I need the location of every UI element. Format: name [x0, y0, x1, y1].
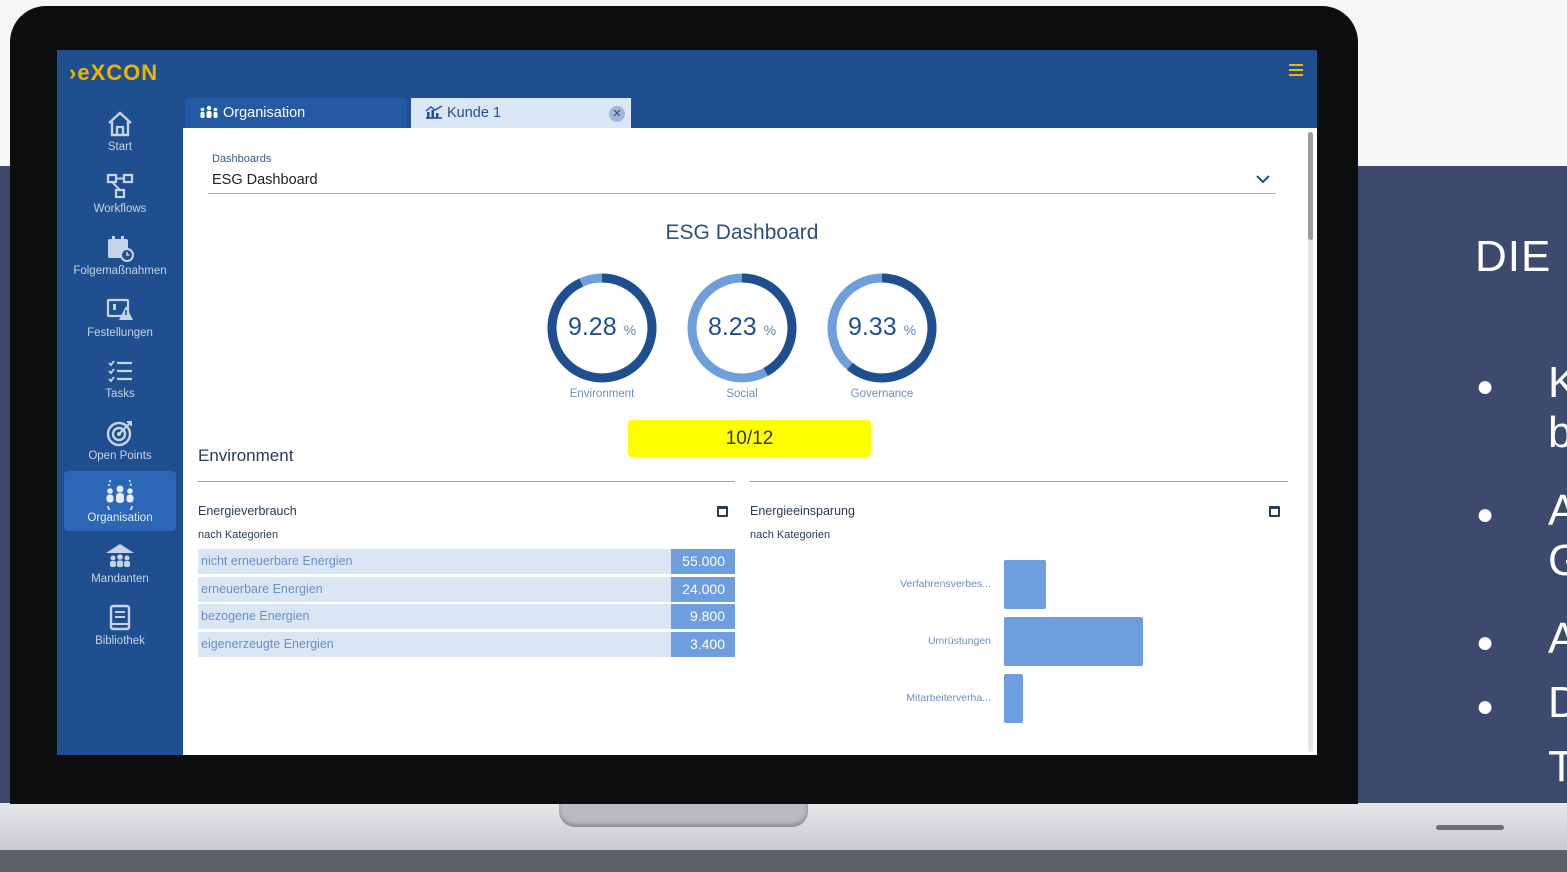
section-divider [750, 481, 1288, 482]
bar-category-label: Mitarbeiterverha... [906, 691, 991, 704]
sidebar-item-label: Organisation [87, 512, 153, 524]
sidebar-item-label: Festellungen [87, 327, 153, 339]
tab-kunde-1[interactable]: Kunde 1 ✕ [411, 98, 631, 128]
table-row: nicht erneuerbare Energien 55.000 [198, 549, 735, 574]
laptop-shadow [0, 850, 1567, 872]
gauge-environment: 9.28 % Environment [545, 271, 659, 401]
gauge-value: 9.33 % [847, 313, 917, 341]
calendar-icon[interactable] [717, 506, 728, 517]
app-screen: ›eXCON Start Workflows Folgemaßnahmen Fe… [57, 50, 1317, 755]
section-divider [198, 481, 735, 482]
hamburger-menu-icon[interactable] [1289, 64, 1303, 76]
presentation-stage: DIE F ●K b ●A G ●A ●D T ›eXCON Start Wor… [0, 0, 1567, 872]
sidebar-item-start[interactable]: Start [64, 100, 176, 160]
gauge-value: 8.23 % [707, 313, 777, 341]
sidebar-item-feststellungen[interactable]: Festellungen [64, 286, 176, 346]
dashboard-content: Dashboards ESG Dashboard ESG Dashboard 9… [183, 128, 1317, 755]
sidebar-item-label: Workflows [93, 203, 147, 215]
gauge-value: 9.28 % [567, 313, 637, 341]
sidebar-item-folgemassnahmen[interactable]: Folgemaßnahmen [64, 224, 176, 284]
card-title-energieeinsparung: Energieeinsparung [750, 504, 855, 518]
gauge-label: Social [726, 388, 758, 400]
table-row: erneuerbare Energien 24.000 [198, 576, 735, 602]
sidebar-item-workflows[interactable]: Workflows [64, 162, 176, 222]
dashboard-title: ESG Dashboard [665, 221, 819, 244]
card-title-energieverbrauch: Energieverbrauch [198, 504, 297, 518]
table-row: bezogene Energien 9.800 [198, 604, 735, 630]
bar-mark[interactable] [1004, 674, 1024, 723]
gauge-governance: 9.33 % Governance [825, 271, 939, 401]
workflow-icon [106, 173, 134, 199]
calendar-icon[interactable] [1269, 506, 1280, 517]
excon-logo: ›eXCON [69, 60, 159, 85]
organisation-people-icon [200, 105, 218, 118]
sidebar-item-label: Open Points [88, 450, 152, 462]
gauge-label: Governance [850, 388, 914, 400]
sidebar-item-mandanten[interactable]: Mandanten [64, 532, 176, 592]
home-icon [108, 111, 132, 137]
laptop-indicator [1436, 825, 1504, 830]
table-row: eigenerzeugte Energien 3.400 [198, 632, 735, 658]
sidebar-item-tasks[interactable]: Tasks [64, 347, 176, 407]
sidebar-item-organisation[interactable]: Organisation [64, 471, 176, 531]
tab-label: Organisation [223, 105, 306, 121]
sidebar-item-label: Folgemaßnahmen [73, 265, 167, 277]
dashboards-select[interactable]: ESG Dashboard [212, 172, 318, 188]
sidebar-item-label: Mandanten [91, 573, 149, 585]
card-subtitle: nach Kategorien [750, 529, 831, 541]
progress-counter-badge: 10/12 [628, 420, 871, 457]
bar-mark[interactable] [1004, 617, 1143, 666]
card-subtitle: nach Kategorien [198, 529, 279, 541]
target-icon [106, 421, 132, 447]
app-header: ›eXCON [57, 50, 1317, 94]
chevron-down-icon[interactable] [1255, 174, 1271, 184]
sidebar: Start Workflows Folgemaßnahmen Festellun… [57, 94, 183, 755]
calendar-clock-icon [108, 236, 134, 262]
sidebar-item-label: Bibliothek [95, 635, 145, 647]
energy-consumption-table: nicht erneuerbare Energien 55.000 erneuer… [198, 549, 735, 660]
dashboards-select-label: Dashboards [212, 153, 272, 165]
vertical-scrollbar[interactable] [1308, 132, 1313, 752]
tab-label: Kunde 1 [447, 105, 502, 121]
bar-mark[interactable] [1004, 560, 1046, 609]
checklist-icon [108, 360, 132, 383]
tab-organisation[interactable]: Organisation [185, 98, 407, 128]
sidebar-item-open-points[interactable]: Open Points [64, 409, 176, 469]
book-icon [109, 604, 131, 631]
slide-title: DIE F [1475, 232, 1567, 281]
chart-building-icon [425, 105, 443, 119]
bar-category-label: Umrüstungen [927, 634, 991, 647]
laptop-notch [559, 803, 808, 827]
close-tab-icon[interactable]: ✕ [609, 106, 625, 122]
bar-category-label: Verfahrensverbes... [899, 577, 991, 590]
gauge-label: Environment [569, 388, 635, 400]
section-title-environment: Environment [198, 446, 294, 465]
sidebar-item-bibliothek[interactable]: Bibliothek [64, 594, 176, 654]
sidebar-item-label: Start [107, 141, 133, 153]
tab-bar: Organisation Kunde 1 ✕ [183, 94, 1317, 128]
clients-building-icon [106, 544, 134, 567]
organisation-people-icon [106, 480, 134, 510]
gauge-social: 8.23 % Social [685, 271, 799, 401]
sidebar-item-label: Tasks [105, 388, 135, 400]
finding-warning-icon [106, 298, 133, 320]
dashboards-select-underline [208, 193, 1276, 194]
